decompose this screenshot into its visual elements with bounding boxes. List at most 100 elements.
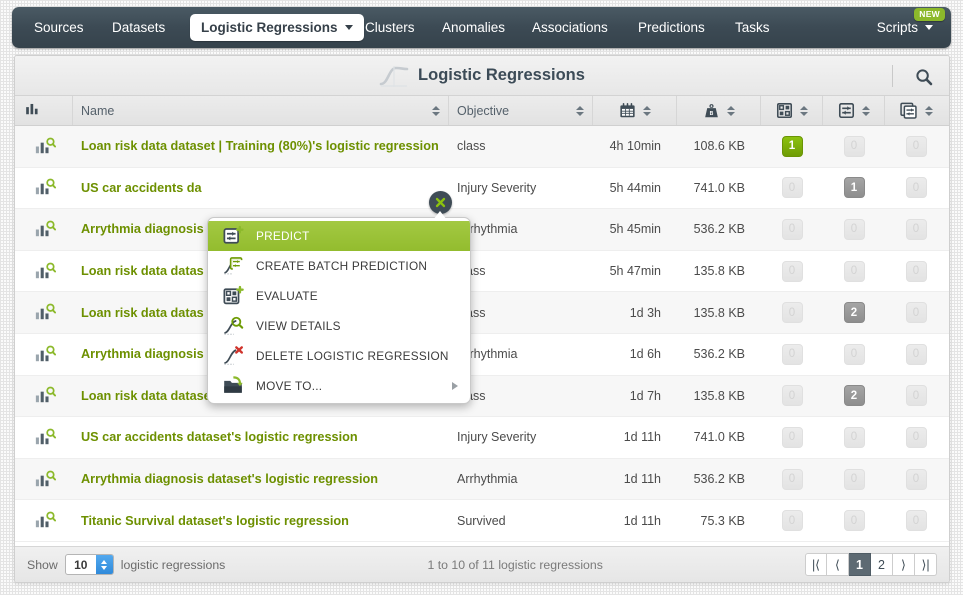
row-evaluations-badge[interactable]: 0: [781, 260, 803, 282]
sort-toggle-icon[interactable]: [431, 104, 440, 118]
row-name-link[interactable]: Loan risk data datas: [81, 306, 204, 320]
row-predictions-badge[interactable]: 0: [843, 135, 865, 157]
sort-toggle-icon[interactable]: [727, 104, 736, 118]
row-predictions-badge-cell: 0: [823, 126, 885, 167]
next-page-button[interactable]: ⟩: [893, 553, 915, 576]
row-name-link[interactable]: Loan risk data dataset | Training (80%)'…: [81, 139, 439, 153]
context-menu-item-delete-logistic-regression[interactable]: DELETE LOGISTIC REGRESSION: [208, 341, 470, 371]
row-size: 75.3 KB: [700, 513, 745, 528]
row-batch-predictions-badge[interactable]: 0: [905, 385, 927, 407]
sort-toggle-icon[interactable]: [643, 104, 652, 118]
context-menu-item-predict[interactable]: PREDICT: [208, 221, 470, 251]
row-evaluations-badge[interactable]: 0: [781, 510, 803, 532]
nav-tab-clusters[interactable]: Clusters: [365, 7, 415, 48]
row-evaluations-badge[interactable]: 0: [781, 218, 803, 240]
row-name-link[interactable]: Arrythmia diagnosis: [81, 222, 204, 236]
row-model-icon: [15, 251, 73, 292]
page-2-button[interactable]: 2: [871, 553, 893, 576]
context-menu-item-evaluate[interactable]: EVALUATE: [208, 281, 470, 311]
row-evaluations-badge[interactable]: 0: [781, 385, 803, 407]
row-model-icon: [15, 500, 73, 541]
table-row[interactable]: Loan risk data dataset's logistic regres…: [15, 375, 949, 418]
row-predictions-badge[interactable]: 0: [843, 468, 865, 490]
row-batch-predictions-badge[interactable]: 0: [905, 218, 927, 240]
nav-tab-anomalies[interactable]: Anomalies: [442, 7, 505, 48]
row-batch-predictions-badge[interactable]: 0: [905, 426, 927, 448]
column-header-icon: [15, 96, 73, 125]
sort-toggle-icon[interactable]: [800, 104, 809, 118]
column-header-size[interactable]: B: [677, 96, 761, 125]
row-batch-predictions-badge[interactable]: 0: [905, 302, 927, 324]
nav-tab-associations[interactable]: Associations: [532, 7, 608, 48]
context-menu-item-view-details[interactable]: VIEW DETAILS: [208, 311, 470, 341]
row-predictions-badge-cell: 0: [823, 459, 885, 500]
row-evaluations-badge[interactable]: 0: [781, 343, 803, 365]
context-menu-item-move-to[interactable]: MOVE TO...: [208, 371, 470, 401]
table-row[interactable]: Titanic Survival dataset's logistic regr…: [15, 500, 949, 542]
row-batch-predictions-badge[interactable]: 0: [905, 343, 927, 365]
row-predictions-badge[interactable]: 0: [843, 260, 865, 282]
first-page-button[interactable]: |⟨: [805, 553, 827, 576]
row-predictions-badge[interactable]: 2: [843, 385, 865, 407]
table-row[interactable]: Loan risk data datas class 5h 47min 135.8 K…: [15, 250, 949, 293]
last-page-button[interactable]: ⟩|: [915, 553, 937, 576]
row-predictions-badge[interactable]: 0: [843, 510, 865, 532]
row-evaluations-badge[interactable]: 0: [781, 426, 803, 448]
context-menu-item-create-batch-prediction[interactable]: CREATE BATCH PREDICTION: [208, 251, 470, 281]
row-evaluations-badge[interactable]: 1: [781, 135, 803, 157]
row-predictions-badge[interactable]: 1: [843, 177, 865, 199]
search-button[interactable]: [911, 65, 937, 89]
sort-toggle-icon[interactable]: [862, 104, 871, 118]
row-predictions-badge-cell: 0: [823, 251, 885, 292]
page-size-stepper[interactable]: [95, 555, 113, 574]
table-row[interactable]: Arrythmia diagnosis dataset's logistic r…: [15, 458, 949, 501]
nav-tab-tasks[interactable]: Tasks: [735, 7, 770, 48]
row-batch-predictions-badge[interactable]: 0: [905, 260, 927, 282]
row-predictions-badge[interactable]: 2: [843, 302, 865, 324]
table-row[interactable]: Loan risk data datas class 1d 3h 135.8 KB 0 2…: [15, 292, 949, 334]
column-header-pred[interactable]: [823, 96, 885, 125]
evaluate-icon: [222, 285, 244, 307]
row-evaluations-badge[interactable]: 0: [781, 302, 803, 324]
row-batch-predictions-badge[interactable]: 0: [905, 510, 927, 532]
table-row[interactable]: US car accidents da Injury Severity 5h 44m…: [15, 167, 949, 210]
row-batch-predictions-badge[interactable]: 0: [905, 135, 927, 157]
nav-tab-sources[interactable]: Sources: [34, 7, 84, 48]
page-1-button[interactable]: 1: [849, 553, 871, 576]
top-navbar: Sources Datasets Logistic Regressions Clust…: [12, 7, 951, 48]
row-batch-predictions-badge[interactable]: 0: [905, 177, 927, 199]
row-name-link[interactable]: US car accidents dataset's logistic regr…: [81, 430, 358, 444]
row-predictions-badge[interactable]: 0: [843, 218, 865, 240]
row-predictions-badge[interactable]: 0: [843, 343, 865, 365]
row-name-link[interactable]: Loan risk data datas: [81, 264, 204, 278]
row-name-link[interactable]: Titanic Survival dataset's logistic regr…: [81, 514, 349, 528]
table-row[interactable]: Arrythmia diagnosis Arrhythmia 5h 45min 536…: [15, 209, 949, 251]
sort-toggle-icon[interactable]: [575, 104, 584, 118]
column-header-obj[interactable]: Objective: [449, 96, 593, 125]
column-header-date[interactable]: [593, 96, 677, 125]
nav-tab-predictions[interactable]: Predictions: [638, 7, 705, 48]
app-root: Sources Datasets Logistic Regressions Clust…: [0, 0, 963, 595]
row-evaluations-badge[interactable]: 0: [781, 177, 803, 199]
row-name-link[interactable]: Arrythmia diagnosis dataset's logistic r…: [81, 472, 378, 486]
nav-tab-logistic-regressions[interactable]: Logistic Regressions: [190, 14, 364, 41]
context-menu-item-label: CREATE BATCH PREDICTION: [256, 259, 428, 273]
table-row[interactable]: Loan risk data dataset | Training (80%)'…: [15, 126, 949, 168]
close-menu-button[interactable]: [429, 191, 452, 214]
prediction-icon: [837, 101, 856, 120]
row-name-link[interactable]: US car accidents da: [81, 181, 202, 195]
row-evaluations-badge[interactable]: 0: [781, 468, 803, 490]
prev-page-button[interactable]: ⟨: [827, 553, 849, 576]
row-age: 1d 11h: [623, 430, 661, 445]
sort-toggle-icon[interactable]: [924, 104, 933, 118]
column-header-eval[interactable]: [761, 96, 823, 125]
column-header-name[interactable]: Name: [73, 96, 449, 125]
nav-tab-datasets[interactable]: Datasets: [112, 7, 165, 48]
row-predictions-badge[interactable]: 0: [843, 426, 865, 448]
table-row[interactable]: US car accidents dataset's logistic regr…: [15, 417, 949, 459]
table-row[interactable]: Arrythmia diagnosis dataset's logistic r…: [15, 333, 949, 376]
page-size-select[interactable]: 10: [64, 554, 114, 575]
column-header-batch[interactable]: [885, 96, 947, 125]
row-batch-predictions-badge-cell: 0: [885, 376, 947, 417]
row-batch-predictions-badge[interactable]: 0: [905, 468, 927, 490]
